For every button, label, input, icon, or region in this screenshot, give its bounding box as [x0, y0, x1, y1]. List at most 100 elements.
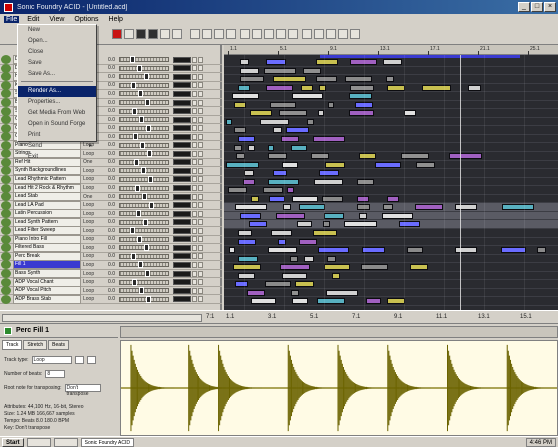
audio-clip[interactable] — [247, 289, 265, 296]
track-lane[interactable] — [224, 297, 558, 306]
track-lane[interactable] — [224, 229, 558, 238]
track-volume-slider[interactable] — [119, 270, 169, 277]
mute-button[interactable] — [192, 296, 197, 303]
audio-clip[interactable] — [383, 204, 393, 211]
copy-button[interactable] — [252, 29, 262, 39]
track-lane[interactable] — [224, 195, 558, 204]
audio-clip[interactable] — [366, 298, 381, 305]
taskbar-task-acid[interactable]: Sonic Foundry ACID — [80, 437, 134, 447]
pause-button[interactable] — [160, 29, 170, 39]
audio-clip[interactable] — [273, 127, 282, 134]
track-volume-slider[interactable] — [119, 56, 169, 64]
menu-help[interactable]: Help — [107, 16, 125, 23]
audio-clip[interactable] — [415, 204, 443, 211]
track-volume-slider[interactable] — [119, 99, 169, 106]
audio-clip[interactable] — [359, 212, 367, 219]
audio-clip[interactable] — [313, 135, 345, 142]
menu-item-save-as[interactable]: Save As... — [18, 69, 96, 80]
audio-clip[interactable] — [295, 281, 314, 288]
audio-clip[interactable] — [317, 298, 345, 305]
record-button[interactable] — [112, 29, 122, 39]
root-note-select[interactable]: Don't transpose — [64, 384, 101, 397]
audio-clip[interactable] — [387, 84, 405, 91]
audio-clip[interactable] — [287, 187, 294, 194]
audio-clip[interactable] — [235, 281, 248, 288]
mute-button[interactable] — [192, 116, 197, 123]
slider-knob[interactable] — [144, 73, 149, 81]
taskbar-quicklaunch-2[interactable] — [53, 437, 78, 447]
menu-file[interactable]: File — [4, 16, 20, 23]
start-button[interactable]: Start — [2, 437, 24, 447]
audio-clip[interactable] — [266, 84, 293, 91]
slider-knob[interactable] — [130, 56, 135, 64]
audio-clip[interactable] — [324, 264, 350, 271]
solo-button[interactable] — [198, 142, 203, 149]
audio-clip[interactable] — [345, 76, 372, 83]
solo-button[interactable] — [198, 219, 203, 226]
audio-clip[interactable] — [449, 153, 482, 160]
mute-button[interactable] — [192, 150, 197, 157]
solo-button[interactable] — [198, 56, 203, 63]
solo-button[interactable] — [198, 296, 203, 303]
zoom-tool-button[interactable] — [226, 29, 236, 39]
audio-clip[interactable] — [350, 84, 374, 91]
solo-button[interactable] — [198, 167, 203, 174]
slider-knob[interactable] — [135, 184, 140, 192]
solo-button[interactable] — [198, 176, 203, 183]
audio-clip[interactable] — [270, 101, 296, 108]
track-lane[interactable] — [224, 263, 558, 272]
audio-clip[interactable] — [292, 195, 318, 202]
playhead-cursor[interactable] — [460, 55, 461, 310]
track-lane[interactable] — [224, 118, 558, 127]
mute-button[interactable] — [192, 261, 197, 268]
menu-options[interactable]: Options — [72, 16, 100, 23]
track-volume-slider[interactable] — [119, 261, 169, 269]
audio-clip[interactable] — [349, 93, 372, 100]
audio-clip[interactable] — [407, 247, 423, 254]
audio-clip[interactable] — [313, 230, 337, 236]
track-volume-slider[interactable] — [119, 73, 169, 81]
track-lane[interactable] — [224, 135, 558, 144]
track-lane[interactable] — [224, 280, 558, 289]
track-lane[interactable] — [224, 84, 558, 93]
solo-button[interactable] — [198, 159, 203, 166]
track-volume-slider[interactable] — [119, 252, 169, 260]
envelope-tool-button[interactable] — [214, 29, 224, 39]
audio-clip[interactable] — [316, 59, 338, 65]
taskbar-quicklaunch[interactable] — [26, 437, 51, 447]
audio-clip[interactable] — [249, 221, 267, 228]
audio-clip[interactable] — [304, 255, 314, 262]
solo-button[interactable] — [198, 108, 203, 115]
audio-clip[interactable] — [422, 84, 451, 91]
slider-knob[interactable] — [143, 218, 148, 226]
track-volume-slider[interactable] — [119, 193, 169, 201]
redo-button[interactable] — [288, 29, 298, 39]
solo-button[interactable] — [198, 202, 203, 209]
slider-knob[interactable] — [148, 175, 153, 183]
slider-knob[interactable] — [131, 81, 136, 89]
track-lane[interactable] — [224, 211, 558, 221]
audio-clip[interactable] — [266, 59, 286, 65]
slider-knob[interactable] — [130, 227, 135, 235]
audio-clip[interactable] — [383, 59, 402, 65]
track-lane[interactable] — [224, 169, 558, 178]
track-row[interactable]: ADP Brass Stab Loop 0.0 — [0, 294, 222, 304]
mute-button[interactable] — [192, 244, 197, 251]
track-lane[interactable] — [224, 101, 558, 110]
paste-button[interactable] — [264, 29, 274, 39]
track-type-option-icon[interactable] — [74, 356, 84, 364]
tab-beats[interactable]: Beats — [48, 340, 69, 350]
audio-clip[interactable] — [263, 187, 283, 194]
audio-clip[interactable] — [238, 272, 255, 279]
mute-button[interactable] — [192, 73, 197, 80]
menu-item-open[interactable]: Open... — [18, 36, 96, 47]
track-lane[interactable] — [224, 178, 558, 187]
track-volume-slider[interactable] — [119, 116, 169, 124]
track-volume-slider[interactable] — [119, 295, 169, 303]
slider-knob[interactable] — [132, 278, 137, 286]
audio-clip[interactable] — [299, 204, 325, 211]
undo-button[interactable] — [276, 29, 286, 39]
menu-item-open-in-sound-forge[interactable]: Open in Sound Forge — [18, 119, 96, 130]
audio-clip[interactable] — [322, 195, 343, 202]
audio-clip[interactable] — [286, 127, 309, 134]
